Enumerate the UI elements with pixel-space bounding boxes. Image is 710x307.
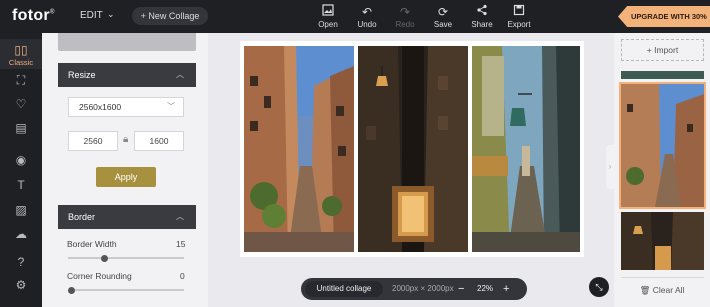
photo-library-panel: + Import 🗑︎ Clear All [614,33,710,307]
share-button[interactable]: Share [462,4,502,29]
chevron-down-icon: ⌄ [107,9,115,19]
photo-cell-2[interactable] [358,46,468,252]
rail-item-stitch[interactable]: ⛶ [0,73,42,88]
rail-item-help[interactable]: ? [0,255,42,269]
clear-all-label: Clear All [652,285,685,295]
open-icon [308,4,348,20]
corner-rounding-slider[interactable] [68,286,184,294]
chevron-down-icon: ﹀ [167,102,175,111]
save-icon: ⟳ [437,5,449,19]
rail-item-artistic[interactable]: ♡ [0,97,42,111]
photo-cell-3[interactable] [472,46,580,252]
gear-icon: ⚙ [15,278,27,292]
border-width-slider[interactable] [68,254,184,262]
text-icon: T [17,178,25,192]
height-input[interactable]: 1600 [134,131,184,151]
canvas-status-bar: Untitled collage 2000px × 2000px − 22% + [301,278,527,300]
heart-frame-icon: ♡ [15,97,27,111]
canvas-dimensions: 2000px × 2000px [392,284,454,293]
trash-icon: 🗑︎ [639,285,651,295]
open-button[interactable]: Open [308,4,348,29]
chevron-right-icon: › [608,162,612,171]
collapse-right-panel-button[interactable]: › [606,145,614,189]
photo-cell-1[interactable] [244,46,354,252]
edit-label: EDIT [80,10,103,21]
zoom-in-button[interactable]: + [503,278,509,300]
collage-canvas[interactable] [240,41,584,257]
settings-panel: Resize ︿ 2560x1600 ﹀ 2560 🔒︎ 1600 Apply … [42,33,208,307]
corner-rounding-slider-handle[interactable] [68,286,75,294]
save-label: Save [433,20,453,29]
rail-item-stickers[interactable]: ◉ [0,153,42,167]
rail-item-upload[interactable]: ☁ [0,227,42,241]
save-button[interactable]: ⟳ Save [423,4,463,29]
export-icon [499,4,539,20]
share-icon [462,4,502,20]
divider [621,277,704,278]
rail-item-background[interactable]: ▨ [0,203,42,217]
cloud-upload-icon: ☁ [15,227,27,241]
pattern-icon: ▨ [15,203,27,217]
apply-button[interactable]: Apply [96,167,156,187]
upgrade-banner[interactable]: UPGRADE WITH 30% OFF [618,6,710,27]
size-preset-select[interactable]: 2560x1600 ﹀ [68,97,184,117]
rail-item-settings[interactable]: ⚙ [0,278,42,292]
top-bar: fotor® EDIT ⌄ + New Collage Open ↶ Undo … [0,0,710,33]
sticker-icon: ◉ [15,153,27,167]
corner-rounding-label: Corner Rounding [67,271,132,281]
border-width-label: Border Width [67,239,117,249]
help-icon: ? [17,255,25,269]
rail-item-layout[interactable]: ▤ [0,121,42,135]
lock-icon[interactable]: 🔒︎ [123,134,128,145]
fullscreen-button[interactable]: ⤡ [589,277,609,297]
fotor-logo[interactable]: fotor® [12,7,55,25]
tool-rail: ▯▯ Classic ⛶ ♡ ▤ ◉ T ▨ ☁ ? ⚙ [0,33,42,307]
resize-section-header[interactable]: Resize ︿ [58,63,196,87]
open-label: Open [318,20,338,29]
export-label: Export [507,20,531,29]
photo-thumbnail-partial[interactable] [621,71,704,79]
zoom-level: 22% [477,284,494,293]
border-section-header[interactable]: Border ︿ [58,205,196,229]
photo-thumbnail-2[interactable] [621,212,704,270]
undo-icon: ↶ [361,5,373,19]
layout-icon: ▤ [15,121,27,135]
corner-rounding-value: 0 [180,271,185,281]
crop-icon: ⛶ [16,73,26,87]
grid-layout-icon: ▯▯ [14,43,28,57]
redo-label: Redo [395,20,415,29]
photo-thumbnail-1[interactable] [619,82,706,209]
undo-button[interactable]: ↶ Undo [347,4,387,29]
import-button[interactable]: + Import [621,39,704,61]
fotor-collage-app: fotor® EDIT ⌄ + New Collage Open ↶ Undo … [0,0,710,307]
rail-item-text[interactable]: T [0,178,42,192]
border-title: Border [68,212,96,222]
expand-icon: ⤡ [595,282,603,292]
rail-item-classic[interactable]: ▯▯ Classic [0,39,42,69]
collage-name-field[interactable]: Untitled collage [305,281,383,297]
chevron-up-icon: ︿ [176,212,184,221]
edit-menu[interactable]: EDIT ⌄ [80,9,115,21]
redo-icon: ↷ [399,5,411,19]
chevron-up-icon: ︿ [176,70,184,79]
clear-all-button[interactable]: 🗑︎ Clear All [614,285,710,296]
new-collage-button[interactable]: + New Collage [132,7,208,25]
border-width-value: 15 [176,239,186,249]
width-input[interactable]: 2560 [68,131,118,151]
collapsed-section-stub [58,33,196,51]
resize-title: Resize [68,70,96,80]
redo-button[interactable]: ↷ Redo [385,4,425,29]
size-preset-value: 2560x1600 [79,102,122,112]
share-label: Share [471,20,493,29]
border-width-slider-handle[interactable] [100,254,108,262]
export-button[interactable]: Export [499,4,539,29]
zoom-out-button[interactable]: − [458,278,464,300]
rail-item-classic-label: Classic [8,58,34,67]
canvas-area [208,33,614,307]
undo-label: Undo [357,20,377,29]
